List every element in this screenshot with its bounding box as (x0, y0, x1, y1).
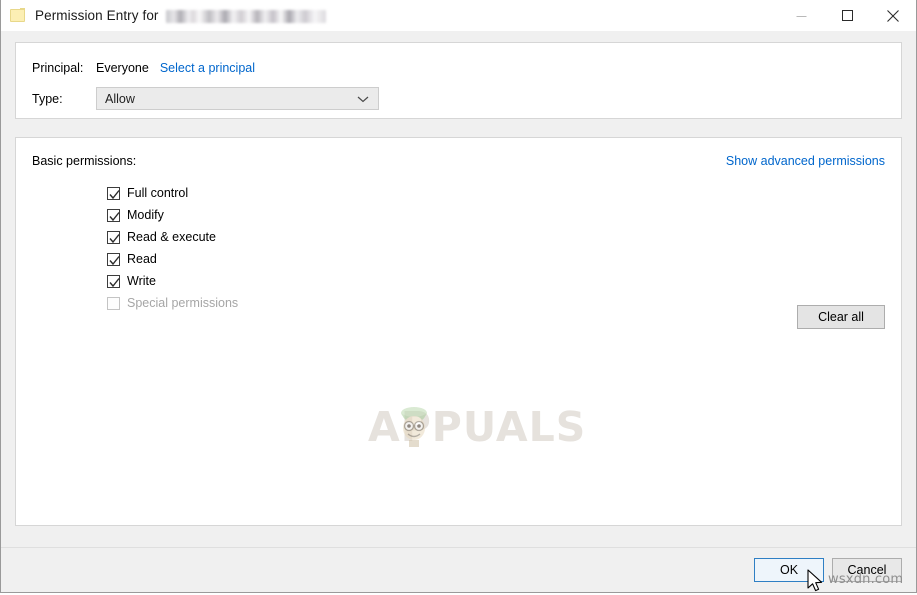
permission-row[interactable]: Modify (107, 204, 885, 226)
appuals-watermark-text: APPUALS (368, 403, 587, 451)
redacted-path-blur (165, 9, 326, 23)
dialog-content: Principal: Everyone Select a principal T… (1, 31, 916, 547)
basic-permissions-label: Basic permissions: (32, 154, 137, 168)
permission-entry-dialog: Permission Entry for Principal: Everyone… (0, 0, 917, 593)
close-icon[interactable] (870, 0, 916, 31)
title-bar: Permission Entry for (1, 0, 916, 31)
permission-label: Write (127, 274, 156, 288)
permission-row[interactable]: Read & execute (107, 226, 885, 248)
checkbox-checked-icon[interactable] (107, 186, 120, 200)
permission-label: Read & execute (127, 230, 216, 244)
permission-row[interactable]: Special permissions (107, 292, 885, 314)
chevron-down-icon (357, 92, 369, 106)
checkbox-checked-icon[interactable] (107, 274, 120, 288)
select-a-principal-link[interactable]: Select a principal (160, 61, 255, 75)
principal-value: Everyone (96, 60, 149, 75)
permission-label: Read (127, 252, 157, 266)
type-dropdown[interactable]: Allow (96, 87, 379, 110)
checkbox-unchecked-icon (107, 296, 120, 310)
type-dropdown-value: Allow (105, 91, 135, 106)
clear-all-button[interactable]: Clear all (797, 305, 885, 329)
window-title: Permission Entry for (35, 7, 159, 23)
permissions-header-row: Basic permissions: Show advanced permiss… (32, 154, 885, 168)
permission-label: Modify (127, 208, 164, 222)
permission-label: Full control (127, 186, 189, 200)
permissions-list: Full control Modify Read & execute Read Writ… (107, 182, 885, 314)
principal-panel: Principal: Everyone Select a principal T… (15, 42, 902, 119)
dialog-footer: OK Cancel (1, 547, 916, 592)
permission-row[interactable]: Full control (107, 182, 885, 204)
show-advanced-permissions-link[interactable]: Show advanced permissions (726, 154, 885, 168)
cancel-button[interactable]: Cancel (832, 558, 902, 582)
type-row: Type: Allow (32, 87, 885, 110)
checkbox-checked-icon[interactable] (107, 208, 120, 222)
permissions-panel: Basic permissions: Show advanced permiss… (15, 137, 902, 526)
appuals-watermark: APPUALS (368, 403, 587, 451)
window-controls (778, 0, 916, 31)
permission-label: Special permissions (127, 296, 239, 310)
permission-row[interactable]: Read (107, 248, 885, 270)
checkbox-checked-icon[interactable] (107, 230, 120, 244)
permission-row[interactable]: Write (107, 270, 885, 292)
ok-button[interactable]: OK (754, 558, 824, 582)
minimize-icon[interactable] (778, 0, 824, 31)
checkbox-checked-icon[interactable] (107, 252, 120, 266)
appuals-mascot-icon (401, 407, 427, 447)
principal-row: Principal: Everyone Select a principal (32, 57, 885, 78)
type-label: Type: (32, 91, 63, 106)
maximize-icon[interactable] (824, 0, 870, 31)
folder-icon (10, 8, 26, 22)
principal-label: Principal: (32, 60, 84, 75)
